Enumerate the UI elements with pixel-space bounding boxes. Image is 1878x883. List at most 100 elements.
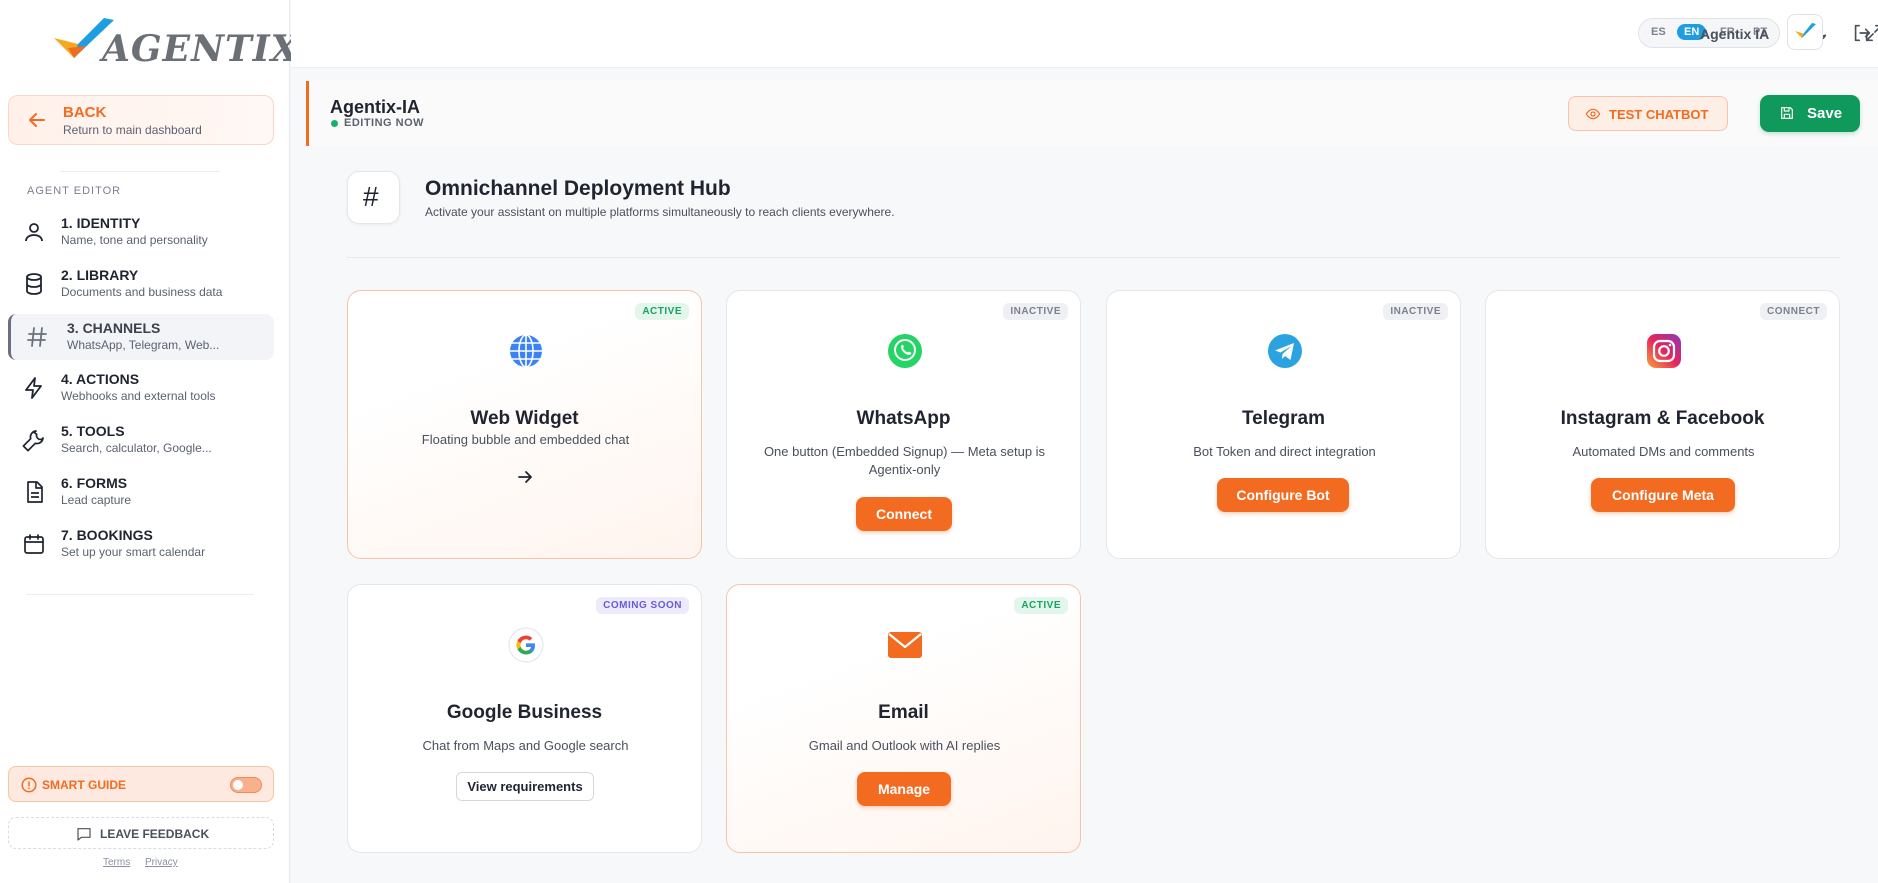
hub-icon-box: # (347, 171, 400, 224)
channel-card-telegram: INACTIVE Telegram Bot Token and direct i… (1106, 290, 1461, 559)
save-icon (1781, 107, 1793, 119)
lang-es[interactable]: ES (1651, 26, 1666, 38)
sidebar-item-label: 1. IDENTITY (61, 215, 141, 231)
channel-name: Google Business (446, 702, 603, 723)
back-button[interactable]: BACK Return to main dashboard (8, 95, 274, 145)
sidebar-item-library[interactable]: 2. LIBRARY Documents and business data (8, 261, 274, 307)
sidebar-item-sub: Lead capture (61, 493, 132, 507)
channel-name: Instagram & Facebook (1560, 408, 1765, 429)
save-button[interactable]: Save (1760, 95, 1860, 132)
configure-bot-button[interactable]: Configure Bot (1217, 478, 1349, 512)
logo-text: AGENTIX (102, 28, 300, 70)
channel-card-email: ACTIVE Email Gmail and Outlook with AI r… (726, 584, 1081, 853)
avatar-logo-icon (1795, 23, 1816, 38)
sidebar-item-actions[interactable]: 4. ACTIONS Webhooks and external tools (8, 365, 274, 411)
user-name[interactable]: Agentix IA (1700, 26, 1769, 42)
sidebar-item-label: 5. TOOLS (61, 423, 125, 439)
eye-icon (1585, 108, 1601, 120)
instagram-icon (1647, 334, 1681, 368)
divider (26, 594, 254, 595)
hash-icon (27, 327, 47, 347)
arrow-left-icon (29, 113, 45, 127)
sidebar: AGENTIX BACK Return to main dashboard AG… (0, 0, 299, 883)
channel-name: Web Widget (470, 408, 579, 429)
channel-desc: Automated DMs and comments (1572, 444, 1755, 459)
sidebar-item-sub: Name, tone and personality (61, 233, 208, 247)
sidebar-item-label: 7. BOOKINGS (61, 527, 153, 543)
channel-card-instagram-facebook: CONNECT Instagram & Facebook Automated D… (1485, 290, 1840, 559)
privacy-link[interactable]: Privacy (145, 857, 178, 868)
calendar-icon (24, 534, 44, 554)
feedback-label: LEAVE FEEDBACK (100, 827, 210, 841)
test-chatbot-button[interactable]: TEST CHATBOT (1568, 96, 1728, 131)
channel-desc: Bot Token and direct integration (1193, 444, 1376, 459)
channel-card-whatsapp: INACTIVE WhatsApp One button (Embedded S… (726, 290, 1081, 559)
sidebar-item-tools[interactable]: 5. TOOLS Search, calculator, Google... (8, 417, 274, 463)
telegram-icon (1268, 334, 1302, 368)
divider (60, 171, 220, 172)
sidebar-item-label: 2. LIBRARY (61, 267, 139, 283)
smart-guide-toggle[interactable] (230, 777, 262, 793)
smart-guide-label: SMART GUIDE (42, 778, 126, 792)
back-title: BACK (63, 104, 107, 121)
info-icon (21, 777, 37, 793)
sidebar-item-sub: WhatsApp, Telegram, Web... (67, 338, 220, 352)
smart-guide: SMART GUIDE (8, 766, 274, 802)
sidebar-item-label: 4. ACTIONS (61, 371, 140, 387)
channel-card-web-widget[interactable]: ACTIVE Web Widget Floating bubble and em… (347, 290, 702, 559)
manage-button[interactable]: Manage (857, 772, 951, 806)
status-badge: ACTIVE (635, 303, 689, 320)
status-badge: COMING SOON (596, 597, 689, 614)
database-icon (26, 273, 42, 295)
arrow-right-icon[interactable] (515, 467, 535, 487)
google-icon (508, 627, 544, 663)
top-bar: ES EN FR PT Agentix IA (291, 0, 1878, 68)
sidebar-item-sub: Documents and business data (61, 285, 223, 299)
page-title: Omnichannel Deployment Hub (425, 177, 731, 200)
user-icon (25, 223, 43, 242)
lightning-icon (25, 377, 42, 399)
sidebar-item-label: 3. CHANNELS (67, 320, 161, 336)
save-label: Save (1807, 105, 1843, 122)
agent-name: Agentix-IA (330, 97, 420, 117)
channel-name: WhatsApp (856, 408, 951, 429)
sidebar-item-forms[interactable]: 6. FORMS Lead capture (8, 469, 274, 515)
divider (347, 257, 1840, 258)
configure-meta-button[interactable]: Configure Meta (1591, 478, 1735, 512)
channel-desc: One button (Embedded Signup) — Meta setu… (763, 444, 1046, 477)
sidebar-item-sub: Webhooks and external tools (61, 389, 216, 403)
sidebar-item-channels[interactable]: 3. CHANNELS WhatsApp, Telegram, Web... (8, 314, 274, 360)
test-chatbot-label: TEST CHATBOT (1609, 107, 1709, 122)
channel-desc: Floating bubble and embedded chat (421, 432, 630, 447)
connect-button[interactable]: Connect (856, 497, 952, 531)
message-icon (77, 828, 91, 841)
back-subtitle: Return to main dashboard (63, 123, 202, 137)
wrench-icon (22, 430, 44, 452)
whatsapp-icon (888, 334, 922, 368)
section-label: AGENT EDITOR (27, 185, 122, 197)
globe-icon (510, 334, 542, 368)
sidebar-item-bookings[interactable]: 7. BOOKINGS Set up your smart calendar (8, 521, 274, 567)
agentix-logo[interactable]: AGENTIX (52, 16, 299, 72)
page-subtitle: Activate your assistant on multiple plat… (425, 205, 895, 219)
channel-name: Telegram (1241, 408, 1326, 429)
terms-link[interactable]: Terms (103, 857, 130, 868)
status-badge: INACTIVE (1383, 303, 1448, 320)
sidebar-item-sub: Search, calculator, Google... (61, 441, 212, 455)
channel-desc: Gmail and Outlook with AI replies (808, 738, 1001, 753)
status-badge: ACTIVE (1014, 597, 1068, 614)
view-requirements-button[interactable]: View requirements (456, 772, 594, 801)
status-badge: CONNECT (1760, 303, 1827, 320)
logout-icon[interactable] (1851, 22, 1873, 44)
editing-status: EDITING NOW (344, 117, 425, 129)
sidebar-item-identity[interactable]: 1. IDENTITY Name, tone and personality (8, 209, 274, 255)
document-icon (27, 481, 43, 503)
leave-feedback-button[interactable]: LEAVE FEEDBACK (8, 817, 274, 849)
channel-name: Email (878, 702, 929, 723)
channel-desc: Chat from Maps and Google search (422, 738, 629, 753)
avatar[interactable] (1787, 14, 1823, 50)
status-badge: INACTIVE (1003, 303, 1068, 320)
hash-icon: # (363, 181, 379, 212)
mail-icon (888, 632, 922, 658)
sidebar-item-label: 6. FORMS (61, 475, 128, 491)
